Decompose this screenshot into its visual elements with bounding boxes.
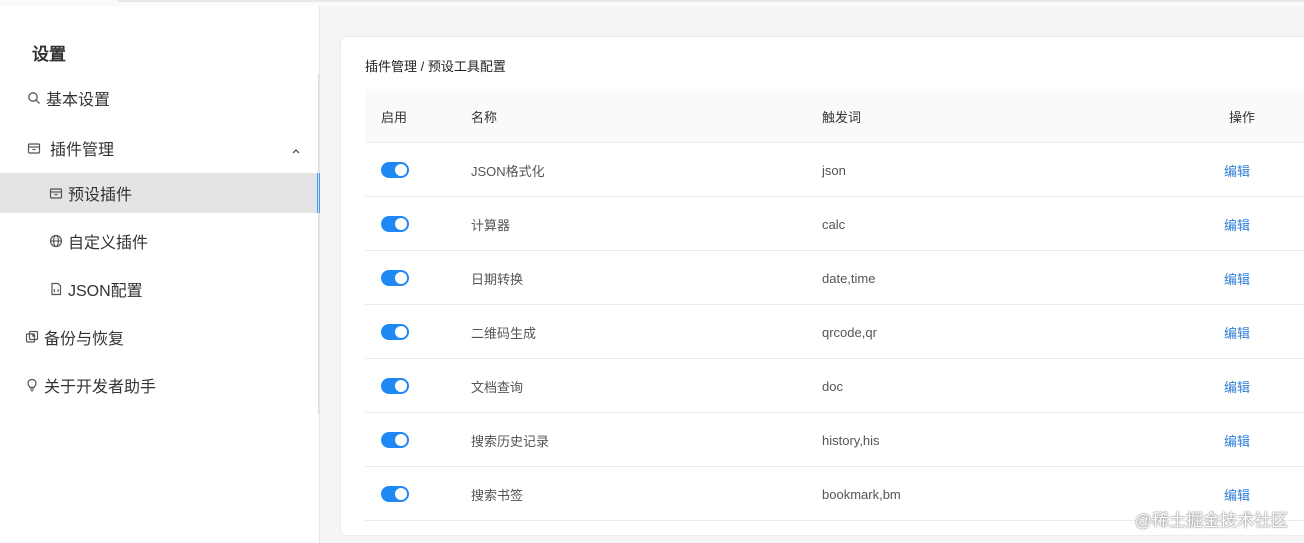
plugin-name: 文档查询 (471, 379, 524, 395)
plugin-name: 搜索书签 (471, 487, 524, 503)
header-operation: 操作 (1229, 109, 1256, 125)
sidebar-item-label: 插件管理 (50, 142, 115, 159)
plugin-name: 搜索历史记录 (471, 433, 550, 449)
plugin-name: 日期转换 (471, 271, 524, 287)
enable-toggle[interactable] (381, 270, 409, 286)
plugin-table: 启用 名称 触发词 操作 JSON格式化 json 编辑 计算器 calc 编辑… (365, 89, 1304, 521)
sidebar-item-json-config[interactable]: JSON配置 (0, 269, 318, 309)
edit-link[interactable]: 编辑 (1224, 197, 1250, 251)
sidebar-item-plugin-management[interactable]: 插件管理 (0, 128, 318, 168)
backup-icon (24, 329, 40, 345)
plugin-trigger: calc (822, 216, 846, 232)
box-icon (26, 140, 42, 156)
table-row: 日期转换 date,time 编辑 (365, 251, 1304, 305)
table-row: JSON格式化 json 编辑 (365, 143, 1304, 197)
edit-link[interactable]: 编辑 (1224, 359, 1250, 413)
search-icon (26, 90, 42, 106)
enable-toggle[interactable] (381, 378, 409, 394)
edit-link[interactable]: 编辑 (1224, 413, 1250, 467)
enable-toggle[interactable] (381, 216, 409, 232)
table-row: 搜索历史记录 history,his 编辑 (365, 413, 1304, 467)
chevron-up-icon[interactable] (292, 142, 300, 154)
sidebar-divider (318, 74, 319, 414)
enable-toggle[interactable] (381, 324, 409, 340)
app-window: 设置 基本设置 插件管理 预设插件 自定义插件 JSON配置 备份与恢复 关于开… (0, 0, 1304, 543)
sidebar-item-backup-restore[interactable]: 备份与恢复 (0, 317, 318, 357)
sidebar-item-about-developer[interactable]: 关于开发者助手 (0, 365, 318, 405)
sidebar: 设置 基本设置 插件管理 预设插件 自定义插件 JSON配置 备份与恢复 关于开… (0, 6, 320, 543)
content-card: 插件管理 / 预设工具配置 启用 名称 触发词 操作 JSON格式化 json … (340, 36, 1304, 536)
plugin-trigger: history,his (822, 432, 880, 448)
table-row: 二维码生成 qrcode,qr 编辑 (365, 305, 1304, 359)
edit-link[interactable]: 编辑 (1224, 251, 1250, 305)
plugin-name: JSON格式化 (471, 163, 545, 179)
header-name: 名称 (471, 109, 498, 125)
globe-icon (48, 233, 64, 249)
enable-toggle[interactable] (381, 432, 409, 448)
table-row: 计算器 calc 编辑 (365, 197, 1304, 251)
sidebar-item-label: JSON配置 (68, 283, 143, 300)
plugin-name: 二维码生成 (471, 325, 537, 341)
sidebar-item-label: 基本设置 (46, 92, 111, 109)
enable-toggle[interactable] (381, 162, 409, 178)
table-row: 文档查询 doc 编辑 (365, 359, 1304, 413)
file-code-icon (48, 281, 64, 297)
sidebar-item-label: 关于开发者助手 (44, 379, 157, 396)
plugin-trigger: date,time (822, 270, 876, 286)
sidebar-item-label: 备份与恢复 (44, 331, 125, 348)
plugin-trigger: doc (822, 378, 843, 394)
sidebar-item-label: 自定义插件 (68, 235, 149, 252)
box-icon (48, 185, 64, 201)
enable-toggle[interactable] (381, 486, 409, 502)
bulb-icon (24, 377, 40, 393)
header-trigger: 触发词 (822, 109, 862, 125)
sidebar-title: 设置 (32, 45, 66, 64)
header-enable: 启用 (381, 109, 408, 125)
edit-link[interactable]: 编辑 (1224, 143, 1250, 197)
sidebar-item-label: 预设插件 (68, 187, 133, 204)
table-header: 启用 名称 触发词 操作 (365, 89, 1304, 143)
sidebar-item-basic-settings[interactable]: 基本设置 (0, 78, 318, 118)
sidebar-item-preset-plugins[interactable]: 预设插件 (0, 173, 320, 213)
plugin-trigger: bookmark,bm (822, 486, 901, 502)
breadcrumb: 插件管理 / 预设工具配置 (365, 59, 506, 74)
watermark: @稀土掘金技术社区 (1134, 511, 1288, 530)
plugin-name: 计算器 (471, 217, 511, 233)
plugin-trigger: json (822, 162, 846, 178)
sidebar-item-custom-plugins[interactable]: 自定义插件 (0, 221, 318, 261)
edit-link[interactable]: 编辑 (1224, 305, 1250, 359)
plugin-trigger: qrcode,qr (822, 324, 877, 340)
